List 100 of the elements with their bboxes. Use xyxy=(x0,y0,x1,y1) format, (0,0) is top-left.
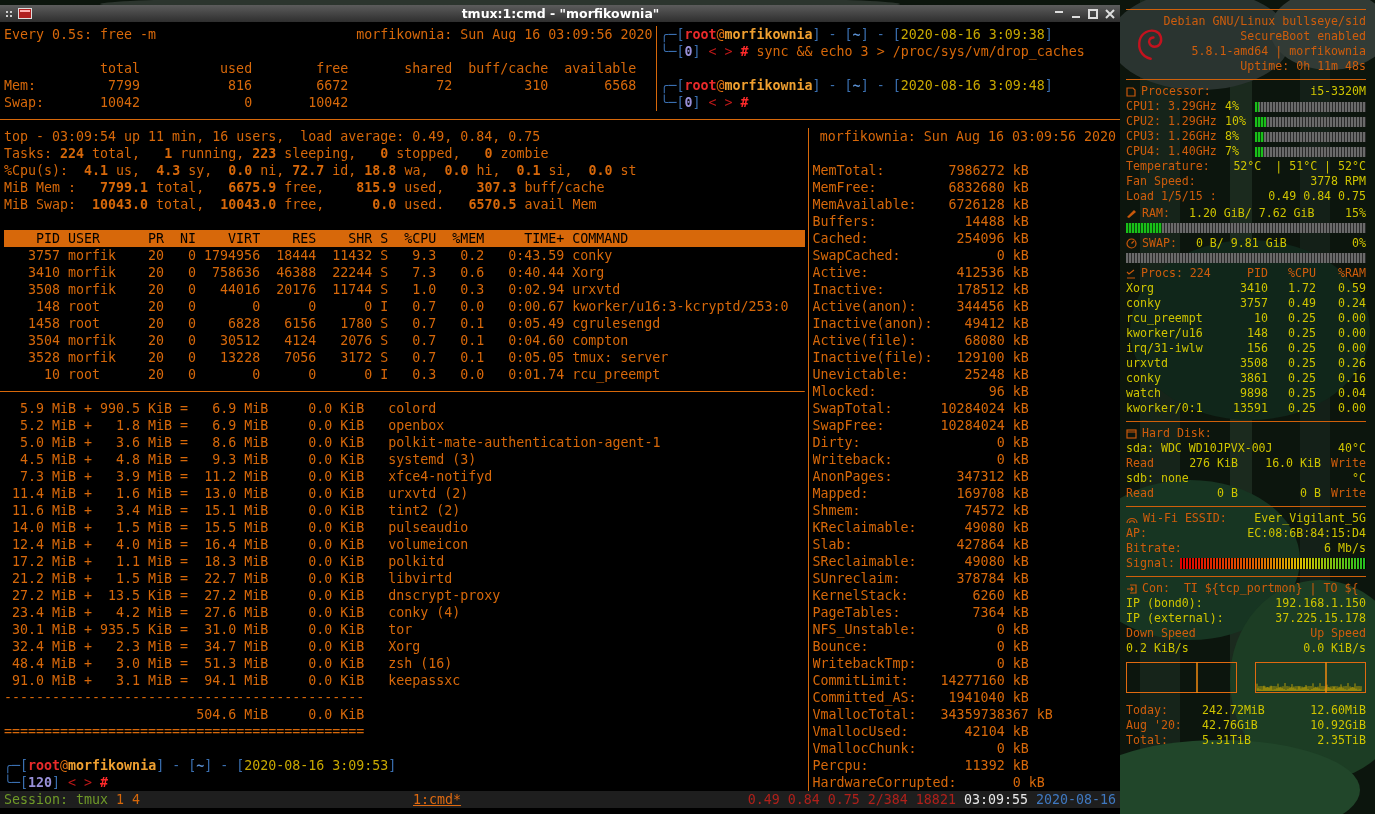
memory-usage-line: 32.4 MiB + 2.3 MiB = 34.7 MiB 0.0 KiB Xorg xyxy=(11,638,422,655)
table-cell-text: 20176 xyxy=(275,281,317,298)
table-cell-text: I xyxy=(379,366,389,383)
table-cell-text: conky xyxy=(1126,371,1162,386)
table-cell-text: 1.72 xyxy=(1287,281,1316,296)
disk-name: sda: WDC WD10JPVX-00J xyxy=(1126,441,1273,456)
table-cell-text: 0.25 xyxy=(1287,326,1316,341)
meminfo-value: 49080 kB xyxy=(963,553,1029,570)
table-cell-text: 30512 xyxy=(219,332,261,349)
cpu-label: CPU2: 1.29GHz xyxy=(1126,114,1218,129)
table-cell-text: 0.25 xyxy=(1287,311,1316,326)
cpu-label: CPU1: 3.29GHz xyxy=(1126,99,1218,114)
table-cell-text: 1794956 xyxy=(203,247,261,264)
table-cell-text: cgrulesengd xyxy=(571,315,662,332)
meminfo-label: SReclaimable: xyxy=(812,553,918,570)
meminfo-value: 7364 kB xyxy=(971,604,1029,621)
meminfo-label: SUnreclaim: xyxy=(812,570,902,587)
meminfo-label: Writeback: xyxy=(812,451,894,468)
table-cell-text: 0.00 xyxy=(1337,341,1366,356)
meminfo-value: 0 kB xyxy=(995,621,1029,638)
meminfo-label: Inactive: xyxy=(812,281,886,298)
traffic-label: Aug '20: xyxy=(1126,718,1183,733)
memory-usage-line: 14.0 MiB + 1.5 MiB = 15.5 MiB 0.0 KiB pulseaudio xyxy=(11,519,470,536)
total-line: 504.6 MiB 0.0 KiB xyxy=(195,706,366,723)
meminfo-label: Active(file): xyxy=(812,332,918,349)
watch-clock: morfikownia: Sun Aug 16 03:09:56 2020 xyxy=(819,128,1116,145)
table-cell-text: 0:05.49 xyxy=(507,315,565,332)
meminfo-label: NFS_Unstable: xyxy=(812,621,918,638)
table-cell-text: 3757 xyxy=(1239,296,1268,311)
table-cell-text: 20 xyxy=(147,366,165,383)
memory-usage-line: 30.1 MiB + 935.5 KiB = 31.0 MiB 0.0 KiB tor xyxy=(11,621,414,638)
memory-usage-line: 11.4 MiB + 1.6 MiB = 13.0 MiB 0.0 KiB urxvtd (2) xyxy=(11,485,470,502)
meminfo-label: Mlocked: xyxy=(812,383,878,400)
meminfo-label: Inactive(anon): xyxy=(812,315,934,332)
table-cell-text: 6672 xyxy=(315,77,349,94)
table-cell-text: 0.7 xyxy=(411,349,437,366)
maximize-icon[interactable] xyxy=(1088,8,1098,19)
meminfo-value: 427864 kB xyxy=(955,536,1029,553)
close-icon[interactable] xyxy=(1105,8,1115,19)
meminfo-label: Slab: xyxy=(812,536,854,553)
sensor-label: Load 1/5/15 : xyxy=(1126,189,1217,204)
table-cell-text: 4124 xyxy=(283,332,317,349)
meminfo-value: 347312 kB xyxy=(955,468,1029,485)
table-cell-text: 20 xyxy=(147,315,165,332)
table-cell-text: S xyxy=(379,247,389,264)
meminfo-label: Cached: xyxy=(812,230,870,247)
io-label: Write xyxy=(1330,486,1366,501)
meminfo-value: 10284024 kB xyxy=(940,400,1029,417)
table-cell-text: 46388 xyxy=(275,264,317,281)
table-cell-text: 0:05.05 xyxy=(507,349,565,366)
table-cell-text: 0.24 xyxy=(1337,296,1366,311)
table-cell-text: 0 xyxy=(307,366,317,383)
table-cell-text: 13591 xyxy=(1232,401,1268,416)
meminfo-label: VmallocChunk: xyxy=(812,740,918,757)
table-cell-text: 0 xyxy=(363,366,373,383)
column-header: Procs: 224 xyxy=(1141,266,1211,281)
memory-usage-line: 21.2 MiB + 1.5 MiB = 22.7 MiB 0.0 KiB libvirtd xyxy=(11,570,454,587)
table-cell-text: rcu_preempt xyxy=(571,366,662,383)
table-cell-text: 0.7 xyxy=(411,332,437,349)
traffic-label: Total: xyxy=(1126,733,1169,748)
table-cell-text: 3508 xyxy=(27,281,61,298)
column-header: PID xyxy=(1246,266,1268,281)
meminfo-value: 0 kB xyxy=(995,451,1029,468)
meminfo-label: Buffers: xyxy=(812,213,878,230)
meminfo-label: Active(anon): xyxy=(812,298,918,315)
meminfo-value: 169708 kB xyxy=(955,485,1029,502)
meminfo-value: 49412 kB xyxy=(963,315,1029,332)
memory-usage-line: 27.2 MiB + 13.5 KiB = 27.2 MiB 0.0 KiB dnscrypt-proxy xyxy=(11,587,502,604)
traffic-value: 10.92GiB xyxy=(1309,718,1366,733)
table-cell-text: 0 xyxy=(187,247,197,264)
column-header: USER xyxy=(67,230,102,247)
table-cell-text: 6828 xyxy=(227,315,261,332)
table-cell-text: 0.6 xyxy=(459,264,485,281)
address-label: IP (bond0): xyxy=(1126,596,1203,611)
table-cell-text: 0:00.67 xyxy=(507,298,565,315)
meminfo-value: 49080 kB xyxy=(963,519,1029,536)
meminfo-value: 34359738367 kB xyxy=(940,706,1053,723)
system-info-text: Debian GNU/Linux bullseye/sid xyxy=(1163,14,1366,29)
table-cell-text: morfik xyxy=(67,264,118,281)
io-label: Write xyxy=(1330,456,1366,471)
column-header: TIME+ xyxy=(523,230,565,247)
traffic-value: 242.72MiB xyxy=(1202,703,1265,718)
table-cell-text: 20 xyxy=(147,247,165,264)
table-cell-text: 20 xyxy=(147,264,165,281)
table-cell-text: 10 xyxy=(43,366,61,383)
row-label: Mem: xyxy=(4,77,38,94)
meminfo-value: 0 kB xyxy=(995,247,1029,264)
speed-label: Down Speed xyxy=(1126,626,1197,641)
table-cell-text: 0:43.59 xyxy=(507,247,565,264)
meminfo-value: 68080 kB xyxy=(963,332,1029,349)
io-value: 16.0 KiB xyxy=(1264,456,1321,471)
memory-usage-line: 23.4 MiB + 4.2 MiB = 27.6 MiB 0.0 KiB conky (4) xyxy=(11,604,462,621)
column-header: available xyxy=(563,60,637,77)
table-cell-text: watch xyxy=(1126,386,1162,401)
section-title: Hard Disk: xyxy=(1142,426,1212,441)
window-tab[interactable]: 1:cmd* xyxy=(413,791,462,808)
meminfo-value: 344456 kB xyxy=(955,298,1029,315)
prompt-line: ╰─[0] < > # xyxy=(660,94,750,111)
table-cell-text: morfik xyxy=(67,332,118,349)
table-cell-text: 3528 xyxy=(27,349,61,366)
